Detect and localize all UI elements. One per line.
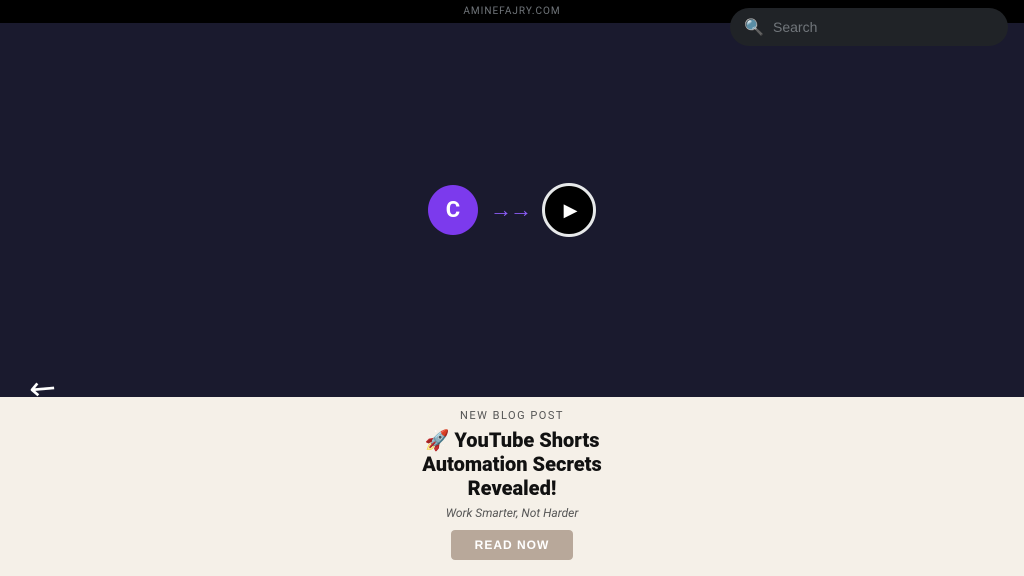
card-dark-bg: AMINEFAJRY.COM C →→ ↙ NEW BLOG POST bbox=[311, 180, 697, 182]
tweet-body: Amine Fajry @amine_fajry · 11s Promote ·… bbox=[311, 123, 697, 222]
card-visual-area: C →→ ↙ bbox=[311, 180, 697, 182]
tweet-card[interactable]: AMINEFAJRY.COM C →→ ↙ NEW BLOG POST bbox=[311, 180, 697, 182]
search-input[interactable] bbox=[730, 8, 1008, 46]
search-bar: 🔍 bbox=[730, 8, 1008, 46]
search-icon: 🔍 bbox=[744, 18, 764, 37]
main-content: ← Amine Fajry 19 posts 0 Following 0 Fol… bbox=[245, 0, 714, 576]
tweet-item: AF Amine Fajry @amine_fajry · 11s Promot… bbox=[245, 111, 713, 235]
